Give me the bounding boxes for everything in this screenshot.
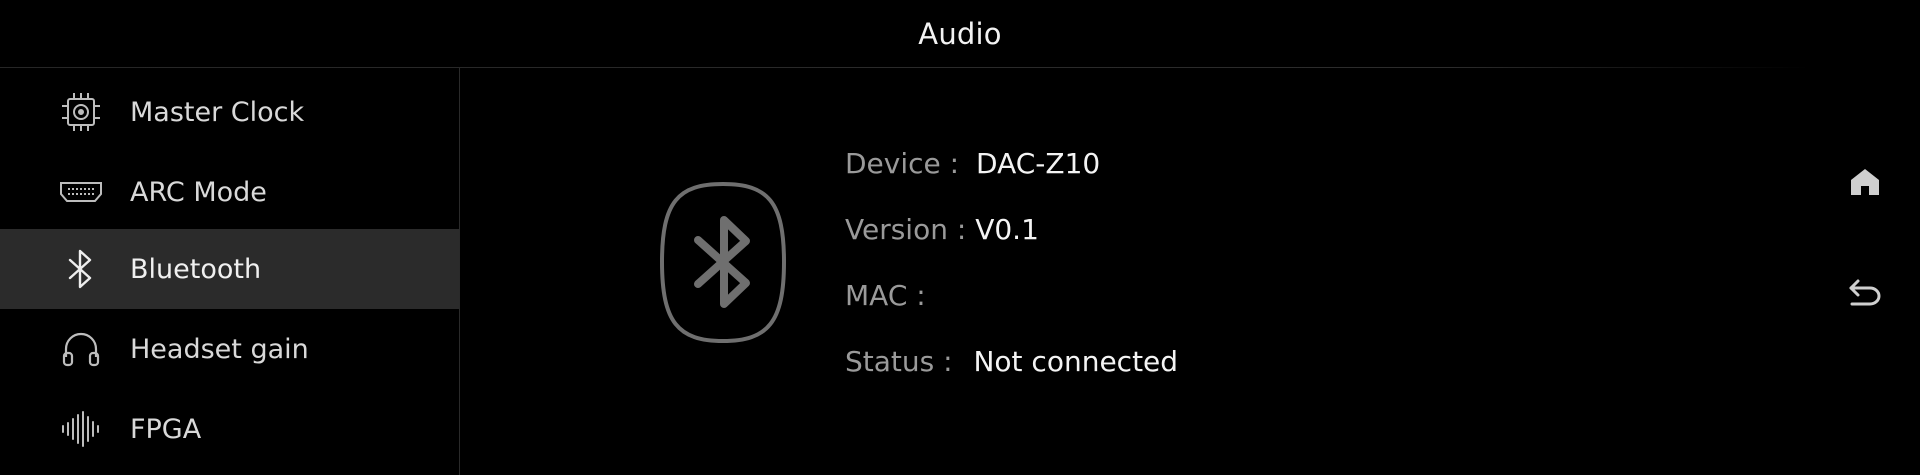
mac-label: MAC : xyxy=(845,279,926,312)
version-row: Version : V0.1 xyxy=(845,213,1039,246)
page-title: Audio xyxy=(918,17,1002,51)
sidebar-item-bluetooth[interactable]: Bluetooth xyxy=(0,229,459,309)
waveform-icon xyxy=(58,406,104,452)
device-value: DAC-Z10 xyxy=(976,147,1101,180)
headphones-icon xyxy=(58,326,104,372)
mac-row: MAC : xyxy=(845,279,926,312)
sidebar-item-headset-gain[interactable]: Headset gain xyxy=(0,309,459,389)
bluetooth-icon xyxy=(58,246,104,292)
version-value: V0.1 xyxy=(975,213,1039,246)
home-icon xyxy=(1849,166,1881,202)
status-row: Status : Not connected xyxy=(845,345,1178,378)
home-button[interactable] xyxy=(1840,159,1890,209)
header: Audio xyxy=(0,0,1920,68)
sidebar-item-label: Headset gain xyxy=(130,333,309,365)
device-row: Device : DAC-Z10 xyxy=(845,147,1100,180)
audio-settings-screen: Audio Master Clock ARC Mode Bluetooth He… xyxy=(0,0,1920,475)
sidebar: Master Clock ARC Mode Bluetooth Headset … xyxy=(0,68,459,475)
sidebar-item-label: ARC Mode xyxy=(130,176,267,208)
sidebar-item-arc-mode[interactable]: ARC Mode xyxy=(0,152,459,232)
hdmi-port-icon xyxy=(58,169,104,215)
chip-clock-icon xyxy=(58,89,104,135)
status-label: Status : xyxy=(845,345,953,378)
bluetooth-large-icon xyxy=(658,180,788,345)
sidebar-item-label: Master Clock xyxy=(130,96,305,128)
sidebar-item-fpga[interactable]: FPGA xyxy=(0,389,459,469)
sidebar-item-label: Bluetooth xyxy=(130,253,262,285)
status-value: Not connected xyxy=(973,345,1179,378)
sidebar-divider xyxy=(459,68,460,475)
back-button[interactable] xyxy=(1840,269,1890,319)
sidebar-item-master-clock[interactable]: Master Clock xyxy=(0,72,459,152)
sidebar-item-label: FPGA xyxy=(130,413,202,445)
back-arrow-icon xyxy=(1848,278,1882,310)
device-label: Device : xyxy=(845,147,960,180)
version-label: Version : xyxy=(845,213,967,246)
